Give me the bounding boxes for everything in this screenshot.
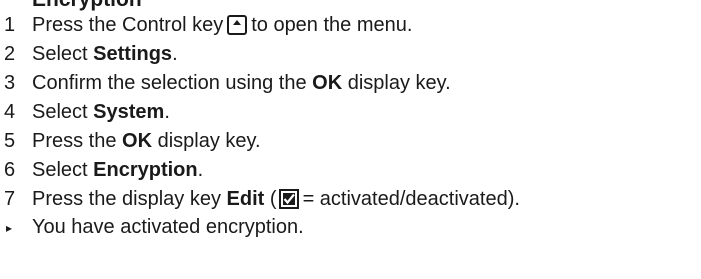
steps-list: 1 Press the Control key to open the menu… [0,10,701,242]
step-1: 1 Press the Control key to open the menu… [0,10,701,39]
step-text-bold: Edit [226,187,265,210]
step-text-after: to open the menu. [251,13,413,36]
step-text: Select System. [32,100,170,124]
step-text-bold: OK [312,71,343,94]
step-text-before: Press the display key [32,187,221,210]
step-text-after: display key. [347,71,451,94]
step-number: 6 [4,158,16,181]
step-text-bold: OK [122,129,153,152]
step-text-after: display key. [157,129,261,152]
result-line: ▸ You have activated encryption. [0,213,701,242]
step-text: Press the Control key to open the menu. [32,13,412,37]
step-number: 3 [4,71,16,94]
step-5: 5 Press the OK display key. [0,126,701,155]
result-arrow-icon: ▸ [6,220,13,235]
step-text: Select Settings. [32,42,178,66]
step-text-after: . [172,42,178,65]
step-text-before: Select [32,100,88,123]
step-6: 6 Select Encryption. [0,155,701,184]
step-text-bold: Settings [93,42,173,65]
step-text: Select Encryption. [32,158,203,182]
step-text-before: Select [32,42,88,65]
step-number: 7 [4,187,16,210]
step-number: 1 [4,13,16,36]
step-text-after: . [197,158,204,181]
step-text: Confirm the selection using the OK displ… [32,71,451,95]
step-text-before: Press the [32,129,117,152]
instruction-page: Encryption 1 Press the Control key to op… [0,0,701,279]
control-key-icon [227,14,248,35]
step-4: 4 Select System. [0,97,701,126]
step-text-paren: ( [269,187,277,210]
step-2: 2 Select Settings. [0,39,701,68]
step-text-before: Confirm the selection using the [32,71,307,94]
step-text-bold: Encryption [93,158,198,181]
step-text: Press the display key Edit ( = activated/… [32,187,520,211]
step-text: Press the OK display key. [32,129,261,153]
step-text-bold: System [93,100,165,123]
result-text: You have activated encryption. [32,216,304,238]
step-text-before: Select [32,158,88,181]
step-number: 4 [4,100,16,123]
step-7: 7 Press the display key Edit ( = activate… [0,184,701,213]
step-3: 3 Confirm the selection using the OK dis… [0,68,701,97]
step-text-after: . [164,100,170,123]
step-number: 2 [4,42,16,65]
step-text-before: Press the Control key [32,13,224,36]
step-number: 5 [4,129,16,152]
checkbox-checked-icon [278,188,299,209]
step-text-after: = activated/deactivated). [302,187,520,210]
